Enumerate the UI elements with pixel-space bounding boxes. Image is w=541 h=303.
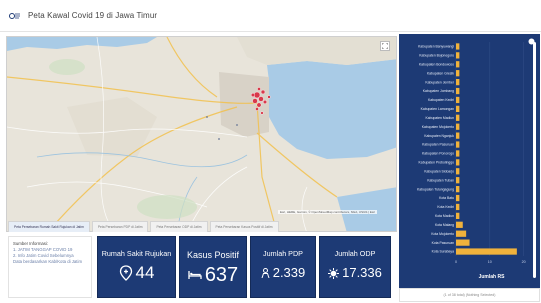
- card-value: 17.336: [342, 265, 382, 280]
- card-odp: Jumlah ODP 17.336: [319, 236, 391, 298]
- bar[interactable]: [456, 168, 460, 175]
- chart-footer: (1 of 38 total) (Nothing Selected): [399, 288, 540, 302]
- category-label: Kabupaten Tuban: [427, 178, 454, 182]
- category-label: Kabupaten Bojonegoro: [419, 54, 454, 58]
- source-info-note: Data berdasarkan Kab/Kota di Jatim: [13, 259, 83, 264]
- category-label: Kabupaten Lamongan: [421, 107, 454, 111]
- category-label: Kabupaten Madiun: [426, 116, 455, 120]
- card-pdp: Jumlah PDP 2.339: [250, 236, 316, 298]
- bar[interactable]: [456, 52, 460, 59]
- bar[interactable]: [456, 132, 460, 139]
- source-info: Sumber Informasi: 1. JATIM TANGGAP COVID…: [8, 236, 92, 298]
- scrollbar[interactable]: [533, 42, 536, 278]
- hospital-icon: [119, 265, 133, 281]
- bar[interactable]: [456, 105, 460, 112]
- tab-layer-positif[interactable]: Peta Persebaran Kasus Positif di Jatim: [209, 221, 279, 232]
- tab-layer-rs[interactable]: Peta Persebaran Rumah Sakit Rujukan di J…: [8, 221, 90, 232]
- bar[interactable]: [456, 221, 463, 228]
- page-title: Peta Kawal Covid 19 di Jawa Timur: [28, 11, 158, 20]
- card-value: 2.339: [272, 265, 306, 280]
- category-label: Kabupaten Sidoarjo: [424, 169, 454, 173]
- category-label: Kabupaten Pasuruan: [422, 143, 454, 147]
- map-layer-tabs: Peta Persebaran Rumah Sakit Rujukan di J…: [6, 218, 397, 232]
- bar[interactable]: [456, 114, 460, 121]
- category-label: Kabupaten Mojokerto: [422, 125, 454, 129]
- x-tick-label: 10: [488, 260, 492, 264]
- category-label: Kota Madiun: [435, 214, 454, 218]
- map-view[interactable]: [6, 36, 397, 232]
- card-label: Rumah Sakit Rujukan: [101, 249, 172, 258]
- bar[interactable]: [456, 203, 460, 211]
- bar[interactable]: [456, 96, 460, 104]
- card-label: Jumlah ODP: [334, 249, 376, 258]
- category-label: Kabupaten Tulungagung: [417, 187, 454, 191]
- bar[interactable]: [456, 230, 467, 237]
- card-value: 44: [135, 263, 155, 282]
- category-label: Kota Surabaya: [432, 250, 455, 254]
- bar[interactable]: [456, 177, 460, 184]
- bed-icon: [188, 270, 202, 280]
- bar[interactable]: [456, 87, 460, 95]
- chart-panel: 0 10 20 Kabupaten Banyuwangi Kabupaten Bojon…: [399, 34, 540, 288]
- category-label: Kabupaten Jember: [425, 80, 455, 84]
- card-value: 637: [204, 264, 239, 286]
- category-label: Kota Kediri: [437, 205, 454, 209]
- category-label: Kota Malang: [435, 223, 454, 227]
- bar[interactable]: [456, 248, 517, 255]
- x-tick-label: 0: [455, 260, 457, 264]
- rs-bar-chart: 0 10 20 Kabupaten Banyuwangi Kabupaten Bojon…: [417, 42, 536, 280]
- category-label: Kabupaten Bondowoso: [419, 62, 454, 66]
- scroll-handle-icon[interactable]: [528, 38, 535, 45]
- x-axis-label: Jumlah RS: [479, 274, 506, 280]
- bar[interactable]: [456, 186, 460, 193]
- bar[interactable]: [456, 194, 460, 202]
- bar[interactable]: [456, 159, 460, 166]
- category-label: Kabupaten Kediri: [428, 98, 454, 102]
- chart-pager: (1 of 38 total) (Nothing Selected): [443, 293, 496, 297]
- card-label: Jumlah PDP: [263, 249, 303, 258]
- category-label: Kabupaten Probolinggo: [419, 161, 455, 165]
- bar[interactable]: [456, 123, 460, 130]
- bar[interactable]: [456, 141, 460, 148]
- category-label: Kabupaten Ponorogo: [422, 152, 454, 156]
- category-label: Kota Batu: [439, 196, 454, 200]
- x-tick-label: 20: [522, 260, 526, 264]
- category-label: Kota Mojokerto: [431, 232, 454, 236]
- bar[interactable]: [456, 212, 460, 219]
- category-label: Kabupaten Nganjuk: [424, 134, 454, 138]
- bar[interactable]: [456, 150, 460, 157]
- expand-map-icon[interactable]: [380, 41, 390, 51]
- category-label: Kabupaten Gresik: [427, 71, 454, 75]
- card-kasus-positif: Kasus Positif 637: [179, 236, 247, 298]
- bar[interactable]: [456, 43, 460, 50]
- bar[interactable]: [456, 70, 460, 77]
- bar[interactable]: [456, 61, 460, 68]
- tab-layer-pdp[interactable]: Peta Persebaran PDP di Jatim: [91, 221, 149, 232]
- map-app-icon: [8, 11, 22, 21]
- tab-layer-odp[interactable]: Peta Persebaran ODP di Jatim: [150, 221, 208, 232]
- person-icon: [261, 268, 270, 278]
- card-label: Kasus Positif: [186, 250, 240, 260]
- virus-icon: [328, 267, 340, 279]
- bar[interactable]: [456, 79, 460, 86]
- bar[interactable]: [456, 239, 470, 246]
- category-label: Kabupaten Jombang: [423, 89, 454, 93]
- basemap: [7, 37, 396, 231]
- category-label: Kabupaten Banyuwangi: [418, 45, 454, 49]
- title-bar: Peta Kawal Covid 19 di Jawa Timur: [0, 0, 541, 32]
- card-rumah-sakit: Rumah Sakit Rujukan 44: [97, 236, 176, 298]
- category-label: Kota Pasuruan: [432, 241, 455, 245]
- map-attribution: Esri, HERE, Garmin, © OpenStreetMap cont…: [278, 210, 378, 214]
